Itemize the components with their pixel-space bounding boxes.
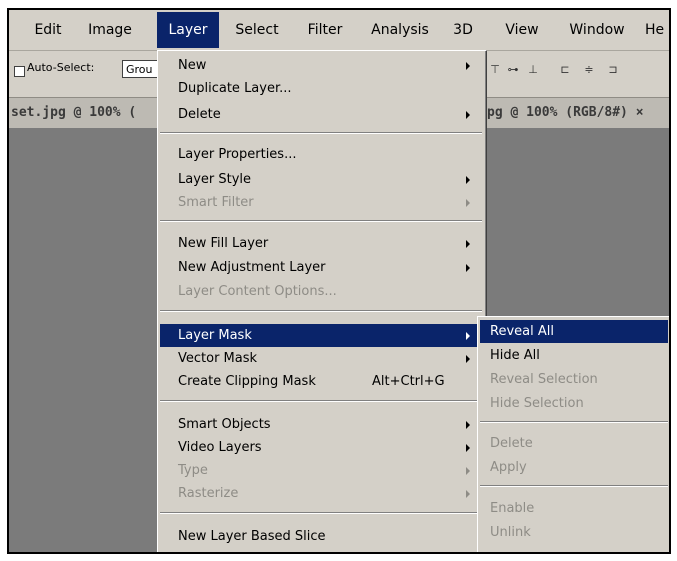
layer-mask-submenu: Reveal All Hide All Reveal Selection Hid… (477, 316, 669, 552)
menu-item-label: Reveal All (490, 324, 554, 339)
menu-item-create-clipping-mask[interactable]: Create Clipping Mask Alt+Ctrl+G (160, 370, 482, 393)
menu-item-label: Duplicate Layer... (178, 81, 292, 96)
submenu-arrow-icon (466, 490, 470, 498)
document-tab-2[interactable]: pg @ 100% (RGB/8#) × (487, 98, 644, 128)
menu-item-label: Video Layers (178, 440, 262, 455)
menu-separator (160, 132, 482, 134)
menu-item-label: Layer Mask (178, 328, 252, 343)
menu-item-label: Hide Selection (490, 396, 584, 411)
menu-item-label: New Adjustment Layer (178, 260, 326, 275)
menu-separator (160, 400, 482, 402)
submenu-item-apply: Apply (480, 456, 668, 479)
menu-analysis[interactable]: Analysis (364, 10, 436, 50)
menu-item-label: Layer Content Options... (178, 284, 337, 299)
menu-item-new[interactable]: New (160, 54, 482, 77)
menu-item-label: New Fill Layer (178, 236, 269, 251)
submenu-arrow-icon (466, 264, 470, 272)
align-hcenter-icon[interactable]: ≑ (581, 63, 597, 77)
align-left-icon[interactable]: ⊏ (557, 63, 573, 77)
menu-view[interactable]: View (499, 10, 545, 50)
menu-image[interactable]: Image (79, 10, 141, 50)
menu-item-shortcut: Alt+Ctrl+G (372, 374, 445, 389)
app-window: Edit Image Layer Select Filter Analysis … (7, 8, 671, 554)
menu-separator (160, 220, 482, 222)
menu-item-label: Create Clipping Mask (178, 374, 316, 389)
submenu-item-hide-selection: Hide Selection (480, 392, 668, 415)
menu-layer[interactable]: Layer (157, 12, 219, 48)
menu-item-label: Layer Style (178, 172, 252, 187)
menu-item-label: Unlink (490, 525, 531, 540)
menu-window[interactable]: Window (561, 10, 633, 50)
menu-item-smart-filter: Smart Filter (160, 191, 482, 214)
submenu-arrow-icon (466, 332, 470, 340)
submenu-arrow-icon (466, 199, 470, 207)
menu-item-layer-mask[interactable]: Layer Mask (160, 324, 482, 347)
menu-3d[interactable]: 3D (445, 10, 481, 50)
menu-item-label: Reveal Selection (490, 372, 598, 387)
menu-item-label: New Layer Based Slice (178, 529, 326, 544)
submenu-arrow-icon (466, 355, 470, 363)
submenu-item-reveal-selection: Reveal Selection (480, 368, 668, 391)
menu-item-delete[interactable]: Delete (160, 103, 482, 126)
menu-item-label: New (178, 58, 207, 73)
submenu-item-hide-all[interactable]: Hide All (480, 344, 668, 367)
submenu-arrow-icon (466, 240, 470, 248)
menu-item-label: Type (178, 463, 208, 478)
menu-item-type: Type (160, 459, 482, 482)
submenu-item-enable: Enable (480, 497, 668, 520)
menu-item-vector-mask[interactable]: Vector Mask (160, 347, 482, 370)
menu-item-layer-style[interactable]: Layer Style (160, 168, 482, 191)
align-vcenter-icon[interactable]: ⊶ (505, 63, 521, 77)
menu-item-new-layer-based-slice[interactable]: New Layer Based Slice (160, 525, 482, 548)
submenu-arrow-icon (466, 444, 470, 452)
auto-select-label: Auto-Select: (27, 61, 95, 74)
menu-item-new-fill-layer[interactable]: New Fill Layer (160, 232, 482, 255)
menu-item-smart-objects[interactable]: Smart Objects (160, 413, 482, 436)
align-right-icon[interactable]: ⊐ (605, 63, 621, 77)
menu-item-label: Delete (490, 436, 533, 451)
menu-item-label: Layer Properties... (178, 147, 297, 162)
submenu-arrow-icon (466, 467, 470, 475)
menu-help[interactable]: He (645, 10, 669, 50)
menu-item-rasterize: Rasterize (160, 482, 482, 505)
menu-item-layer-properties[interactable]: Layer Properties... (160, 143, 482, 166)
menu-item-label: Apply (490, 460, 527, 475)
menu-edit[interactable]: Edit (27, 10, 69, 50)
menu-filter[interactable]: Filter (299, 10, 351, 50)
menu-separator (480, 421, 668, 423)
submenu-arrow-icon (466, 111, 470, 119)
submenu-arrow-icon (466, 421, 470, 429)
document-tab-1[interactable]: set.jpg @ 100% ( (11, 98, 136, 128)
menu-select[interactable]: Select (227, 10, 287, 50)
submenu-item-unlink: Unlink (480, 521, 668, 544)
menu-item-label: Delete (178, 107, 221, 122)
menu-item-label: Hide All (490, 348, 540, 363)
menu-item-label: Enable (490, 501, 535, 516)
auto-select-checkbox[interactable] (14, 66, 25, 77)
submenu-item-delete: Delete (480, 432, 668, 455)
menu-item-label: Rasterize (178, 486, 239, 501)
menu-separator (160, 310, 482, 312)
menu-item-label: Smart Filter (178, 195, 254, 210)
menu-item-label: Vector Mask (178, 351, 258, 366)
menu-item-new-adjustment-layer[interactable]: New Adjustment Layer (160, 256, 482, 279)
align-top-icon[interactable]: ⊤ (487, 63, 503, 77)
menu-item-video-layers[interactable]: Video Layers (160, 436, 482, 459)
menu-item-duplicate-layer[interactable]: Duplicate Layer... (160, 77, 482, 100)
layer-menu: New Duplicate Layer... Delete Layer Prop… (157, 50, 487, 552)
submenu-arrow-icon (466, 62, 470, 70)
menu-item-label: Smart Objects (178, 417, 271, 432)
submenu-item-reveal-all[interactable]: Reveal All (480, 320, 668, 343)
menu-separator (480, 485, 668, 487)
menu-bar: Edit Image Layer Select Filter Analysis … (9, 10, 669, 51)
align-bottom-icon[interactable]: ⊥ (525, 63, 541, 77)
submenu-arrow-icon (466, 176, 470, 184)
menu-separator (160, 512, 482, 514)
menu-item-layer-content-options: Layer Content Options... (160, 280, 482, 303)
